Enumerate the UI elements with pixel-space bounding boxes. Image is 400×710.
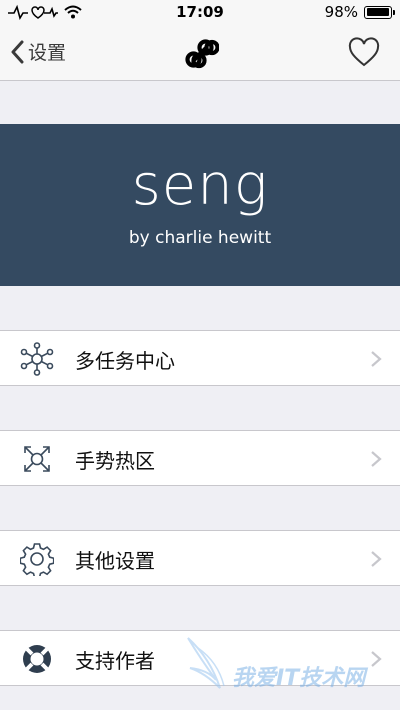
menu-item-label: 多任务中心 xyxy=(75,349,175,373)
menu-item-label: 支持作者 xyxy=(75,649,155,673)
chevron-right-icon xyxy=(371,651,382,667)
menu-item-other-settings[interactable]: 其他设置 xyxy=(0,530,400,586)
lifebuoy-icon xyxy=(23,645,51,673)
menu-item-gesture[interactable]: 手势热区 xyxy=(0,430,400,486)
menu-item-multitask[interactable]: 多任务中心 xyxy=(0,330,400,386)
gear-icon xyxy=(20,543,54,576)
status-right: 98% xyxy=(324,3,395,21)
menu-item-support-author[interactable]: 支持作者 xyxy=(0,630,400,686)
expand-arrows-icon xyxy=(24,446,50,472)
heart-icon[interactable] xyxy=(348,37,380,69)
battery-percent: 98% xyxy=(324,3,358,21)
app-byline: by charlie hewitt xyxy=(128,228,272,248)
back-button[interactable]: 设置 xyxy=(10,38,66,65)
chevron-right-icon xyxy=(371,351,382,367)
app-name: seng xyxy=(131,153,269,218)
chevron-left-icon xyxy=(11,40,24,63)
nav-bar: 设置 xyxy=(0,26,400,81)
battery-fill xyxy=(366,8,390,16)
chevron-right-icon xyxy=(371,451,382,467)
app-banner: seng by charlie hewitt xyxy=(0,124,400,286)
menu-item-label: 其他设置 xyxy=(75,549,155,573)
chevron-right-icon xyxy=(371,551,382,567)
status-bar: 17:09 98% xyxy=(0,0,400,26)
back-label: 设置 xyxy=(28,42,67,64)
menu-item-label: 手势热区 xyxy=(75,449,155,473)
network-hub-icon xyxy=(20,342,54,376)
battery-icon xyxy=(364,5,395,19)
seng-logo-icon xyxy=(185,39,219,69)
